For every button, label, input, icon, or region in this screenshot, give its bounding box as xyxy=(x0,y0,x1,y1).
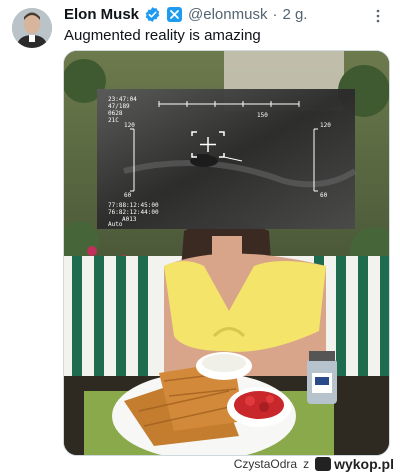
hud-left-scale-bottom: 60 xyxy=(124,192,132,199)
separator-dot: · xyxy=(272,6,278,23)
hud-right-scale-top: 120 xyxy=(320,122,331,129)
verified-badge-icon xyxy=(144,6,161,23)
hud-readout-2: 47/189 xyxy=(108,103,130,110)
hud-code: A013 xyxy=(122,216,137,223)
hud-overlay: 150 120 60 120 60 23:47:04 47/189 0628 2… xyxy=(97,89,357,229)
hud-readout-4: 21C xyxy=(108,117,119,124)
avatar-image xyxy=(12,8,52,48)
more-options-icon[interactable] xyxy=(370,8,386,24)
hud-heading: 150 xyxy=(257,112,268,119)
avatar[interactable] xyxy=(12,8,52,48)
watermark-footer: CzystaOdra z wykop.pl xyxy=(234,456,394,472)
author-name[interactable]: Elon Musk xyxy=(64,6,139,23)
watermark-connector: z xyxy=(303,457,310,471)
tweet-header: Elon Musk @elonmusk · 2 g. xyxy=(64,6,307,23)
post-time[interactable]: 2 g. xyxy=(282,6,307,23)
hud-readout-time: 23:47:04 xyxy=(108,96,137,103)
tweet-text: Augmented reality is amazing xyxy=(64,27,261,44)
wykop-logo: wykop.pl xyxy=(315,456,394,472)
hud-coord-2: 76:82:12:44:00 xyxy=(108,209,159,216)
wykop-brand-text: wykop.pl xyxy=(334,456,394,472)
media-photo: 150 120 60 120 60 23:47:04 47/189 0628 2… xyxy=(64,51,389,455)
hud-mode: Auto xyxy=(108,221,123,228)
hud-right-scale-bottom: 60 xyxy=(320,192,328,199)
jar xyxy=(307,351,337,404)
watermark-user: CzystaOdra xyxy=(233,457,298,471)
tweet-media[interactable]: 150 120 60 120 60 23:47:04 47/189 0628 2… xyxy=(63,50,390,456)
hud-coord-1: 77:88:12:45:00 xyxy=(108,202,159,209)
author-handle[interactable]: @elonmusk xyxy=(188,6,267,23)
hud-left-scale-top: 120 xyxy=(124,122,135,129)
wykop-logo-icon xyxy=(315,457,332,471)
affiliate-badge-icon xyxy=(166,6,183,23)
hud-readout-3: 0628 xyxy=(108,110,123,117)
